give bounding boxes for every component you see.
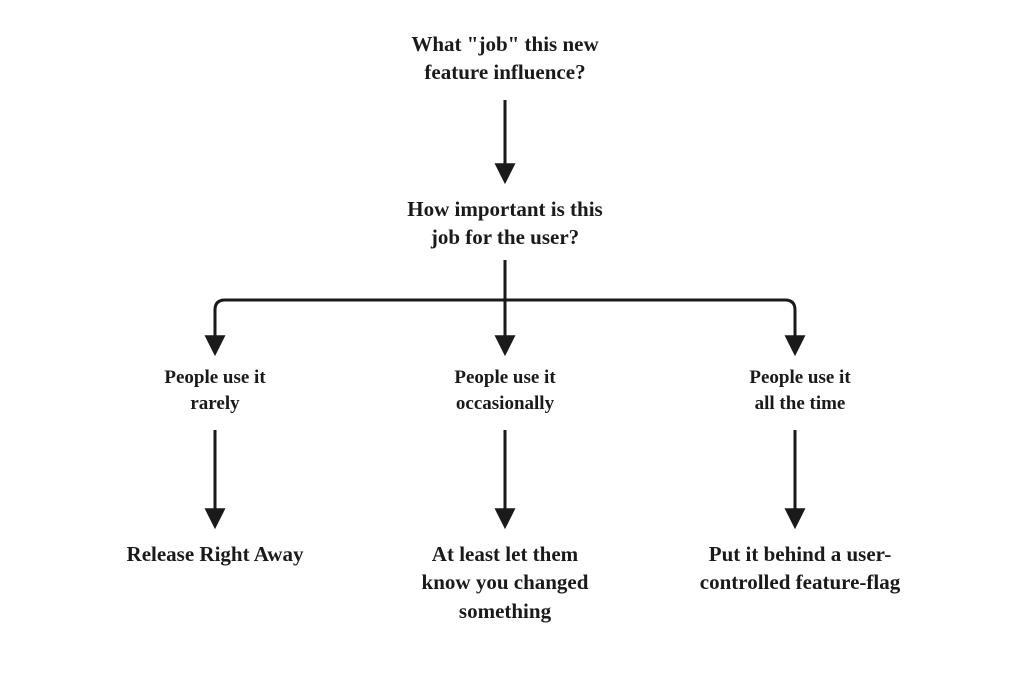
branch-all-the-time-outcome: Put it behind a user- controlled feature… (700, 540, 900, 597)
question-2: How important is this job for the user? (407, 195, 602, 252)
branch-occasionally-outcome: At least let them know you changed somet… (422, 540, 589, 625)
question-1: What "job" this new feature influence? (411, 30, 598, 87)
split-bar (215, 300, 795, 350)
branch-all-the-time-label: People use it all the time (749, 365, 850, 416)
branch-rarely-label: People use it rarely (164, 365, 265, 416)
branch-occasionally-label: People use it occasionally (454, 365, 555, 416)
branch-rarely-outcome: Release Right Away (127, 540, 304, 568)
